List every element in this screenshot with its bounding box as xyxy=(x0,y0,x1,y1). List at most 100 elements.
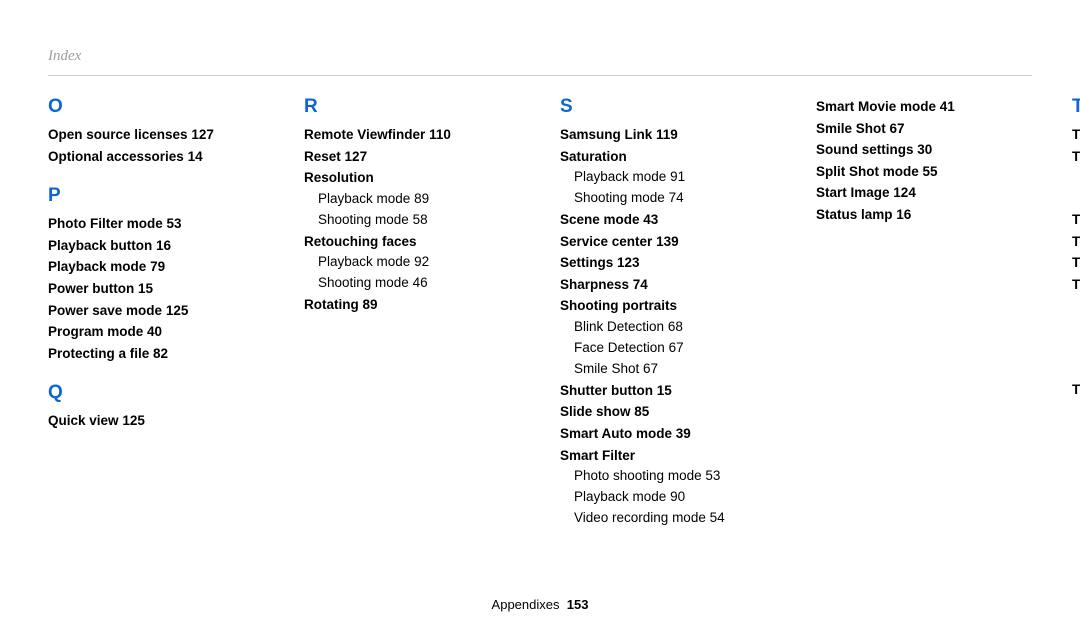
index-subentry[interactable]: Email 114 xyxy=(1072,316,1080,337)
index-subentry[interactable]: Windows 94 xyxy=(1072,358,1080,379)
index-subentry-label: Face Detection xyxy=(574,340,665,355)
index-entry[interactable]: Program mode 40 xyxy=(48,321,264,343)
index-entry[interactable]: Settings 123 xyxy=(560,252,776,274)
index-subentry-page: 46 xyxy=(413,275,428,290)
index-entry[interactable]: Time settings 20, 126 xyxy=(1072,209,1080,231)
index-entry[interactable]: Split Shot mode 55 xyxy=(816,161,1032,183)
index-entry[interactable]: Smart Auto mode 39 xyxy=(560,423,776,445)
index-subentry[interactable]: Face Detection 67 xyxy=(560,338,776,359)
index-subentry[interactable]: Shooting mode 74 xyxy=(560,188,776,209)
index-entry-label: Status lamp xyxy=(816,207,893,222)
index-entry[interactable]: Tracking AF 66 xyxy=(1072,252,1080,274)
index-letter: S xyxy=(560,96,776,118)
index-letter: O xyxy=(48,96,264,118)
index-subentry-label: Playback mode xyxy=(574,489,666,504)
index-entry[interactable]: Saturation xyxy=(560,146,776,168)
index-subentry-label: Playback mode xyxy=(318,191,410,206)
index-entry[interactable]: Power save mode 125 xyxy=(48,300,264,322)
index-entry-page: 125 xyxy=(122,413,145,428)
index-entry[interactable]: Thumbnails 80 xyxy=(1072,124,1080,146)
index-entry[interactable]: Sharpness 74 xyxy=(560,274,776,296)
index-entry-label: Split Shot mode xyxy=(816,164,919,179)
index-subentry-page: 54 xyxy=(710,510,725,525)
index-entry[interactable]: Remote Viewfinder 110 xyxy=(304,124,520,146)
index-subentry[interactable]: Shooting mode 46 xyxy=(304,273,520,294)
index-entry[interactable]: Start Image 124 xyxy=(816,182,1032,204)
index-subentry[interactable]: Playback mode 91 xyxy=(560,167,776,188)
index-entry[interactable]: Smart Filter xyxy=(560,445,776,467)
index-entry[interactable]: Reset 127 xyxy=(304,146,520,168)
index-entry[interactable]: Timer xyxy=(1072,146,1080,168)
footer-label: Appendixes xyxy=(492,597,560,612)
index-entry[interactable]: Scene mode 43 xyxy=(560,209,776,231)
index-entry[interactable]: Playback button 16 xyxy=(48,235,264,257)
index-entry[interactable]: Playback mode 79 xyxy=(48,256,264,278)
index-entry-page: 85 xyxy=(634,404,649,419)
index-entry[interactable]: Optional accessories 14 xyxy=(48,146,264,168)
index-entry[interactable]: Protecting a file 82 xyxy=(48,343,264,365)
index-subentry[interactable]: Smile Shot 67 xyxy=(560,359,776,380)
index-entry-page: 110 xyxy=(429,127,451,142)
index-entry-label: Samsung Link xyxy=(560,127,652,142)
index-entry-label: Power button xyxy=(48,281,134,296)
index-entry-label: Slide show xyxy=(560,404,631,419)
index-entry[interactable]: Smart Movie mode 41 xyxy=(816,96,1032,118)
index-entry[interactable]: Smile Shot 67 xyxy=(816,118,1032,140)
index-entry-page: 89 xyxy=(363,297,378,312)
index-entry-label: Scene mode xyxy=(560,212,640,227)
index-entry[interactable]: Quick view 125 xyxy=(48,410,264,432)
index-entry-page: 67 xyxy=(890,121,905,136)
index-entry[interactable]: Slide show 85 xyxy=(560,401,776,423)
index-entry[interactable]: Samsung Link 119 xyxy=(560,124,776,146)
index-subentry-label: Shooting mode xyxy=(574,190,665,205)
index-subentry-page: 67 xyxy=(669,340,684,355)
index-subentry[interactable]: Blink Detection 68 xyxy=(560,317,776,338)
index-subentry[interactable]: Auto Backup 112 xyxy=(1072,295,1080,316)
index-entry-page: 123 xyxy=(617,255,640,270)
index-entry-label: Program mode xyxy=(48,324,143,339)
index-subentry[interactable]: Photo shooting mode 53 xyxy=(560,466,776,487)
index-subentry-page: 89 xyxy=(414,191,429,206)
index-subentry-label: Playback mode xyxy=(318,254,410,269)
index-subentry-page: 92 xyxy=(414,254,429,269)
index-subentry[interactable]: Shooting mode 60 xyxy=(1072,167,1080,188)
index-subentry[interactable]: Video recording mode 54 xyxy=(560,508,776,529)
index-entry-page: 41 xyxy=(940,99,955,114)
index-subentry[interactable]: Playback mode 90 xyxy=(560,487,776,508)
index-entry-label: Smile Shot xyxy=(816,121,886,136)
index-entry[interactable]: Transferring files xyxy=(1072,274,1080,296)
index-entry-page: 119 xyxy=(656,127,678,142)
index-entry-page: 74 xyxy=(633,277,648,292)
index-entry[interactable]: Service center 139 xyxy=(560,231,776,253)
index-entry-label: Service center xyxy=(560,234,652,249)
index-entry-label: Shutter button xyxy=(560,383,653,398)
index-subentry[interactable]: Shooting mode 58 xyxy=(304,210,520,231)
index-entry-label: Thumbnails xyxy=(1072,127,1080,142)
index-entry-page: 125 xyxy=(166,303,189,318)
index-entry-label: Smart Movie mode xyxy=(816,99,936,114)
index-entry-label: Rotating xyxy=(304,297,359,312)
index-entry-page: 16 xyxy=(156,238,171,253)
index-entry[interactable]: Status lamp 16 xyxy=(816,204,1032,226)
index-entry[interactable]: Shutter button 15 xyxy=(560,380,776,402)
index-entry-label: Sound settings xyxy=(816,142,914,157)
index-entry[interactable]: Power button 15 xyxy=(48,278,264,300)
index-entry[interactable]: Photo Filter mode 53 xyxy=(48,213,264,235)
index-entry[interactable]: Resolution xyxy=(304,167,520,189)
index-subentry[interactable]: Timer lamp 15 xyxy=(1072,188,1080,209)
index-entry-label: Photo Filter mode xyxy=(48,216,163,231)
index-entry-page: 40 xyxy=(147,324,162,339)
index-subentry[interactable]: Playback mode 89 xyxy=(304,189,520,210)
index-entry[interactable]: Retouching faces xyxy=(304,231,520,253)
index-entry[interactable]: Shooting portraits xyxy=(560,295,776,317)
index-entry[interactable]: Tripod mount 15 xyxy=(1072,379,1080,401)
index-entry-label: Smart Filter xyxy=(560,448,635,463)
index-entry[interactable]: Open source licenses 127 xyxy=(48,124,264,146)
index-entry[interactable]: Time zone settings 20, 126 xyxy=(1072,231,1080,253)
index-entry-page: 15 xyxy=(138,281,153,296)
index-entry[interactable]: Rotating 89 xyxy=(304,294,520,316)
index-subentry[interactable]: Playback mode 92 xyxy=(304,252,520,273)
index-subentry[interactable]: Mac 95 xyxy=(1072,337,1080,358)
index-entry[interactable]: Sound settings 30 xyxy=(816,139,1032,161)
index-entry-label: Quick view xyxy=(48,413,119,428)
